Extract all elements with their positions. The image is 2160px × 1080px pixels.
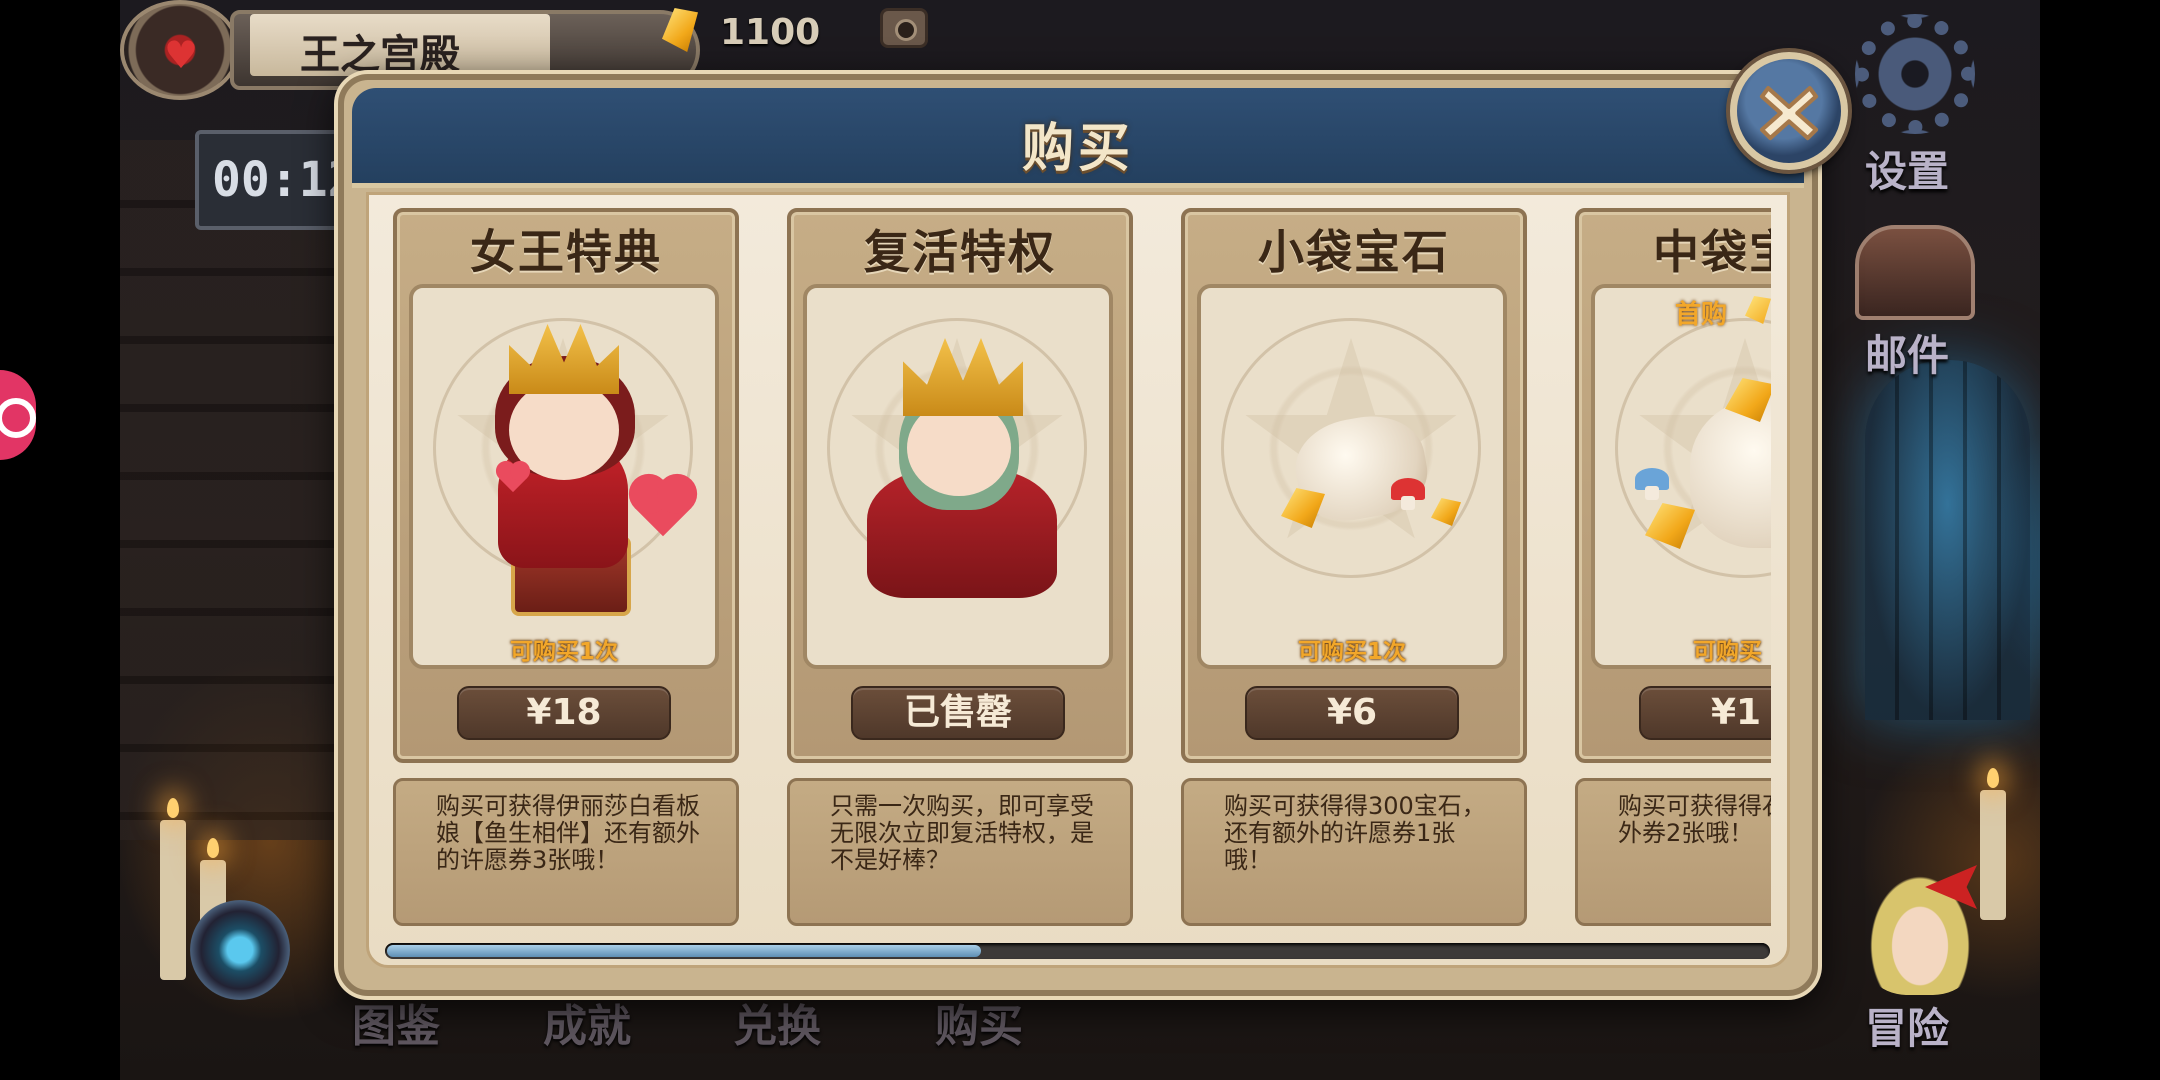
dialog-title: 购买 <box>1021 119 1134 179</box>
heart-emblem-icon: ♥ <box>120 0 240 100</box>
close-x-icon <box>1759 86 1819 141</box>
small-gem-bag-icon: 可购买1次 <box>1197 284 1507 669</box>
sold-out-button: 已售罄 <box>851 686 1065 740</box>
side-pull-tab[interactable] <box>0 370 36 460</box>
tab-exchange[interactable]: 兑换 <box>733 990 821 1054</box>
mailbox-icon[interactable] <box>1855 225 1975 320</box>
close-button[interactable] <box>1730 52 1848 170</box>
revive-chibi-icon <box>803 284 1113 669</box>
settings-gear-icon[interactable] <box>1855 14 1975 134</box>
scrollbar-thumb[interactable] <box>387 945 981 957</box>
buy-button[interactable]: ¥1 <box>1639 686 1771 740</box>
product-carousel[interactable]: 女王特典 可购买1次 ¥18 购买可获得伊丽莎白看板娘【鱼生相伴】还有额外的许愿… <box>393 208 1771 928</box>
medium-gem-bag-icon: 首购 可购买 <box>1591 284 1771 669</box>
product-description: 购买可获得得300宝石，还有额外的许愿券1张哦！ <box>1181 778 1527 926</box>
tab-collection[interactable]: 图鉴 <box>352 990 440 1054</box>
camera-icon[interactable] <box>880 8 928 48</box>
adventure-label[interactable]: 冒险 <box>1865 995 1949 1056</box>
purchase-limit-note: 可购买1次 <box>509 639 618 665</box>
carousel-scrollbar[interactable] <box>385 943 1770 959</box>
product-description: 购买可获得得石，还有额外券2张哦！ <box>1575 778 1771 926</box>
orb-icon[interactable] <box>190 900 290 1000</box>
stained-glass-window <box>1865 360 2030 720</box>
tab-purchase[interactable]: 购买 <box>935 990 1023 1054</box>
product-name: 女王特典 <box>470 225 662 279</box>
mail-label[interactable]: 邮件 <box>1865 322 1949 383</box>
product-description: 购买可获得伊丽莎白看板娘【鱼生相伴】还有额外的许愿券3张哦！ <box>393 778 739 926</box>
gem-count: 1100 <box>720 12 821 53</box>
product-description: 只需一次购买，即可享受无限次立即复活特权，是不是好棒？ <box>787 778 1133 926</box>
dialog-header: 购买 <box>352 88 1804 188</box>
purchase-limit-note: 可购买1次 <box>1297 639 1406 665</box>
queen-chibi-icon: 可购买1次 <box>409 284 719 669</box>
product-name: 中袋宝 <box>1653 225 1771 279</box>
buy-button[interactable]: ¥18 <box>457 686 671 740</box>
settings-label[interactable]: 设置 <box>1865 138 1949 199</box>
product-name: 小袋宝石 <box>1258 225 1450 279</box>
location-title: 王之宫殿 <box>300 32 460 78</box>
candle <box>1980 768 2006 920</box>
purchase-limit-note: 可购买 <box>1693 639 1762 665</box>
buy-button[interactable]: ¥6 <box>1245 686 1459 740</box>
first-purchase-badge: 首购 <box>1675 300 1728 330</box>
candle <box>160 798 186 980</box>
timer-text: 00:12 <box>212 152 357 208</box>
product-name: 复活特权 <box>864 225 1056 279</box>
tab-achievements[interactable]: 成就 <box>543 990 631 1054</box>
adventure-character-icon[interactable] <box>1855 855 1985 995</box>
